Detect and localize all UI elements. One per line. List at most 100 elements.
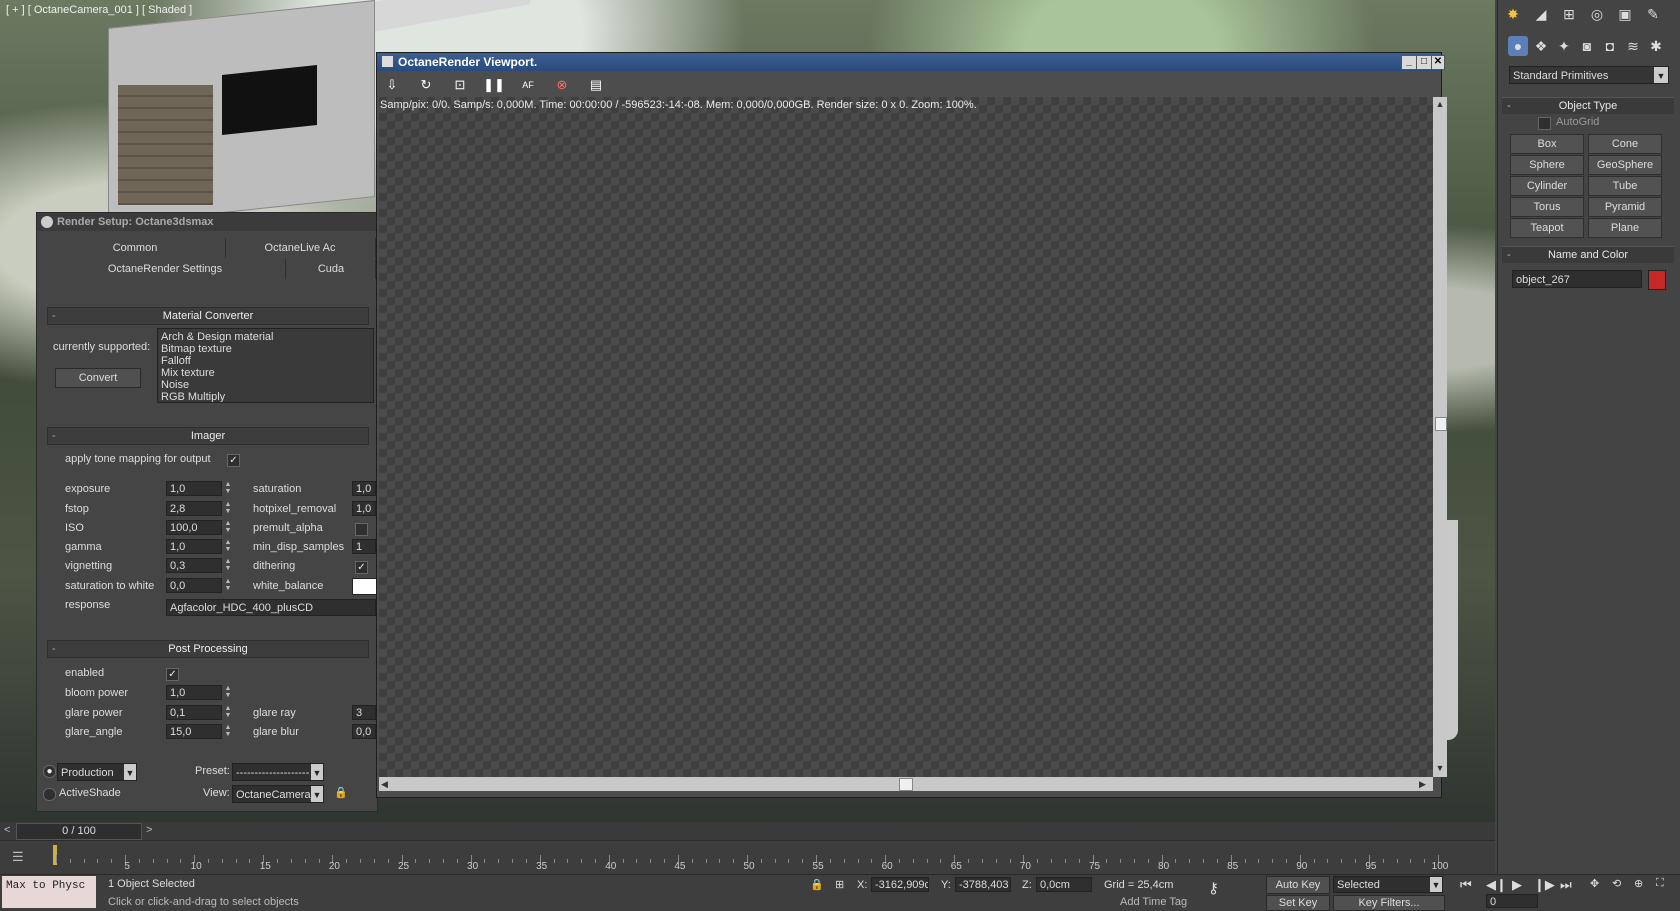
saturation-to-white-spinner[interactable]: 0,0 <box>166 578 222 593</box>
horizontal-scrollbar[interactable]: ◀ ▶ <box>379 777 1433 791</box>
collapse-icon[interactable]: - <box>52 428 56 444</box>
chevron-down-icon[interactable]: ▼ <box>124 764 136 780</box>
white-balance-swatch[interactable] <box>352 578 378 595</box>
go-to-end-icon[interactable]: ⏭ <box>1560 877 1572 893</box>
play-icon[interactable]: ▶ <box>1512 877 1522 893</box>
collapse-icon[interactable]: - <box>1507 247 1511 263</box>
activeshade-radio[interactable] <box>43 788 56 801</box>
collapse-icon[interactable]: - <box>1507 98 1511 114</box>
collapse-icon[interactable]: - <box>52 308 56 324</box>
selection-lock-icon[interactable]: 🔒 <box>810 878 824 891</box>
helpers-icon[interactable]: ◘ <box>1600 36 1620 56</box>
cone-button[interactable]: Cone <box>1588 134 1662 154</box>
lock-icon[interactable]: 🔒 <box>334 786 348 799</box>
spinner-arrows-icon[interactable]: ▲ ▼ <box>223 685 233 700</box>
sphere-button[interactable]: Sphere <box>1510 155 1584 175</box>
name-color-rollout-header[interactable]: - Name and Color <box>1502 246 1674 263</box>
vignetting-spinner[interactable]: 0,3 <box>166 558 222 573</box>
premult-alpha-checkbox[interactable] <box>355 523 368 536</box>
autogrid-checkbox[interactable] <box>1538 117 1551 130</box>
list-item[interactable]: Falloff <box>161 355 373 367</box>
gamma-spinner[interactable]: 1,0 <box>166 539 222 554</box>
shapes-icon[interactable]: ❖ <box>1531 36 1551 56</box>
spacewarps-icon[interactable]: ≋ <box>1623 36 1643 56</box>
time-slider[interactable]: < 0 / 100 > <box>0 822 1495 840</box>
maximize-viewport-icon[interactable]: ⛶ <box>1656 877 1664 890</box>
chevron-down-icon[interactable]: ▼ <box>1654 67 1668 83</box>
tab-common[interactable]: Common <box>45 238 226 258</box>
lights-icon[interactable]: ✦ <box>1554 36 1574 56</box>
tube-button[interactable]: Tube <box>1588 176 1662 196</box>
chevron-down-icon[interactable]: ▼ <box>311 764 323 780</box>
window-titlebar[interactable]: OctaneRender Viewport. _ □ ✕ <box>377 53 1445 71</box>
systems-icon[interactable]: ✱ <box>1646 36 1666 56</box>
spinner-arrows-icon[interactable]: ▲ ▼ <box>223 520 233 535</box>
time-slider-thumb[interactable]: 0 / 100 <box>16 823 142 840</box>
spinner-arrows-icon[interactable]: ▲ ▼ <box>223 705 233 720</box>
maxscript-listener[interactable]: Max to Physc <box>2 876 96 908</box>
box-button[interactable]: Box <box>1510 134 1584 154</box>
restart-icon[interactable]: ↻ <box>415 75 437 95</box>
object-name-input[interactable]: object_267 <box>1512 270 1642 288</box>
teapot-button[interactable]: Teapot <box>1510 218 1584 238</box>
maximize-button[interactable]: □ <box>1416 55 1432 70</box>
lock-icon[interactable]: ⊡ <box>449 75 471 95</box>
list-item[interactable]: Arch & Design material <box>161 331 373 343</box>
prev-frame-icon[interactable]: < <box>4 824 10 836</box>
orbit-icon[interactable]: ⟲ <box>1612 877 1621 890</box>
close-button[interactable]: ✕ <box>1431 55 1445 70</box>
scroll-left-icon[interactable]: ◀ <box>381 779 391 789</box>
previous-key-icon[interactable]: ◀❙ <box>1486 877 1507 893</box>
preset-dropdown[interactable]: -------------------- ▼ <box>232 763 324 781</box>
hierarchy-icon[interactable]: ⊞ <box>1559 4 1579 24</box>
spinner-arrows-icon[interactable]: ▲ ▼ <box>223 578 233 593</box>
object-type-rollout-header[interactable]: - Object Type <box>1502 97 1674 114</box>
viewport-label[interactable]: [ + ] [ OctaneCamera_001 ] [ Shaded ] <box>6 4 192 16</box>
x-coordinate-input[interactable]: -3162,909c <box>871 877 929 892</box>
tab-cuda[interactable]: Cuda <box>287 259 376 279</box>
list-item[interactable]: RGB Multiply <box>161 391 373 402</box>
list-item[interactable]: Mix texture <box>161 367 373 379</box>
modify-icon[interactable]: ◢ <box>1531 4 1551 24</box>
view-dropdown[interactable]: OctaneCamera_ ▼ <box>232 785 324 803</box>
spinner-arrows-icon[interactable]: ▲ ▼ <box>223 558 233 573</box>
spinner-arrows-icon[interactable]: ▲ ▼ <box>223 539 233 554</box>
geosphere-button[interactable]: GeoSphere <box>1588 155 1662 175</box>
tab-octanerender-settings[interactable]: OctaneRender Settings <box>45 259 286 279</box>
post-processing-header[interactable]: - Post Processing <box>47 640 369 658</box>
selection-set-dropdown[interactable]: Selected ▼ <box>1333 876 1443 893</box>
chevron-down-icon[interactable]: ▼ <box>311 786 323 802</box>
next-frame-icon[interactable]: > <box>146 824 152 836</box>
cameras-icon[interactable]: ◙ <box>1577 36 1597 56</box>
spinner-arrows-icon[interactable]: ▲ ▼ <box>223 481 233 496</box>
y-coordinate-input[interactable]: -3788,403 <box>955 877 1011 892</box>
auto-key-button[interactable]: Auto Key <box>1266 876 1330 894</box>
cylinder-button[interactable]: Cylinder <box>1510 176 1584 196</box>
display-icon[interactable]: ▣ <box>1615 4 1635 24</box>
z-coordinate-input[interactable]: 0,0cm <box>1036 877 1092 892</box>
hotpixel-removal-spinner[interactable]: 1,0 <box>352 501 376 516</box>
dialog-titlebar[interactable]: Render Setup: Octane3dsmax <box>37 213 377 231</box>
list-item[interactable]: Noise <box>161 379 373 391</box>
motion-icon[interactable]: ◎ <box>1587 4 1607 24</box>
key-icon[interactable]: ⚷ <box>1208 879 1219 897</box>
autofocus-icon[interactable]: AF <box>517 75 539 95</box>
add-time-tag[interactable]: Add Time Tag <box>1120 896 1187 908</box>
pyramid-button[interactable]: Pyramid <box>1588 197 1662 217</box>
track-bar[interactable]: ☰ 5 10 15 20 25 30 35 40 45 50 55 60 65 70 75 80 85 90 95 1… <box>0 840 1495 875</box>
saturation-spinner[interactable]: 1,0 <box>352 481 376 496</box>
scroll-thumb[interactable] <box>1435 417 1447 431</box>
fstop-spinner[interactable]: 2,8 <box>166 501 222 516</box>
glare-power-spinner[interactable]: 0,1 <box>166 705 222 720</box>
bloom-power-spinner[interactable]: 1,0 <box>166 685 222 700</box>
material-converter-header[interactable]: - Material Converter <box>47 307 369 325</box>
plane-button[interactable]: Plane <box>1588 218 1662 238</box>
iso-spinner[interactable]: 100,0 <box>166 520 222 535</box>
torus-button[interactable]: Torus <box>1510 197 1584 217</box>
scroll-up-icon[interactable]: ▲ <box>1435 99 1445 109</box>
scroll-right-icon[interactable]: ▶ <box>1419 779 1429 789</box>
set-key-button[interactable]: Set Key <box>1266 895 1330 911</box>
next-key-icon[interactable]: ❙▶ <box>1534 877 1555 893</box>
glare-angle-spinner[interactable]: 15,0 <box>166 724 222 739</box>
supported-materials-list[interactable]: Arch & Design material Bitmap texture Fa… <box>157 328 374 403</box>
